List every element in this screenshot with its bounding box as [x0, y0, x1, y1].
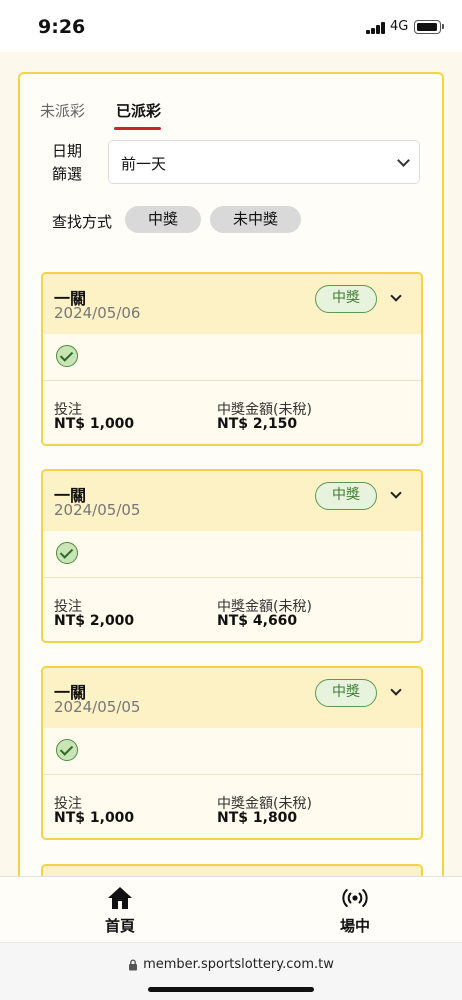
card-divider — [43, 577, 421, 578]
battery-tip — [442, 24, 444, 29]
battery-icon — [414, 20, 441, 34]
home-indicator — [148, 987, 314, 992]
date-filter-label: 日期篩選 — [52, 142, 83, 183]
lock-icon — [129, 959, 138, 970]
win-status-badge: 中獎 — [315, 482, 377, 510]
nav-home[interactable]: 首頁 — [90, 885, 150, 936]
date-filter-select[interactable]: 前一天 — [108, 140, 420, 184]
browser-url-bar[interactable]: member.sportslottery.com.tw — [0, 942, 462, 1000]
check-circle-icon — [56, 739, 78, 761]
win-status-badge: 中獎 — [315, 285, 377, 313]
check-circle-icon — [56, 542, 78, 564]
status-bar: 9:26 4G — [0, 0, 462, 52]
url-text: member.sportslottery.com.tw — [143, 957, 334, 972]
tab-pending[interactable]: 未派彩 — [40, 100, 85, 121]
bet-card[interactable]: 一關 2024/05/06 中獎 投注 NT$ 1,000 中獎金額(未稅) N… — [41, 272, 423, 446]
search-method-label: 查找方式 — [52, 213, 113, 231]
win-status-badge: 中獎 — [315, 679, 377, 707]
payout-value: NT$ 4,660 — [217, 613, 298, 629]
bet-card[interactable]: 一關 2024/05/05 中獎 投注 NT$ 1,000 中獎金額(未稅) N… — [41, 666, 423, 840]
url-display: member.sportslottery.com.tw — [0, 957, 462, 972]
tab-settled[interactable]: 已派彩 — [116, 100, 161, 121]
nav-home-label: 首頁 — [104, 917, 135, 935]
signal-strength-icon — [366, 22, 386, 34]
filter-lose-button[interactable]: 未中獎 — [210, 206, 301, 233]
nav-live-label: 場中 — [339, 917, 370, 935]
card-divider — [43, 774, 421, 775]
bet-date: 2024/05/05 — [54, 698, 141, 716]
live-broadcast-icon — [342, 889, 368, 907]
stake-value: NT$ 1,000 — [54, 810, 135, 826]
bet-date: 2024/05/06 — [54, 304, 141, 322]
home-icon — [108, 887, 132, 909]
stake-value: NT$ 2,000 — [54, 613, 135, 629]
payout-value: NT$ 2,150 — [217, 416, 298, 432]
bet-records-panel: 未派彩 已派彩 日期篩選 前一天 查找方式 中獎 未中獎 一關 2024/05/… — [18, 72, 444, 972]
nav-live[interactable]: 場中 — [325, 885, 385, 936]
date-filter-value: 前一天 — [121, 155, 167, 173]
active-tab-indicator — [114, 127, 161, 130]
bet-card[interactable]: 一關 2024/05/05 中獎 投注 NT$ 2,000 中獎金額(未稅) N… — [41, 469, 423, 643]
chevron-down-icon — [397, 154, 410, 167]
card-divider — [43, 380, 421, 381]
check-circle-icon — [56, 345, 78, 367]
status-time: 9:26 — [38, 16, 86, 38]
bet-date: 2024/05/05 — [54, 501, 141, 519]
bottom-nav: 首頁 場中 — [0, 876, 462, 942]
stake-value: NT$ 1,000 — [54, 416, 135, 432]
payout-value: NT$ 1,800 — [217, 810, 298, 826]
filter-win-button[interactable]: 中獎 — [125, 206, 201, 233]
network-type: 4G — [390, 19, 409, 34]
